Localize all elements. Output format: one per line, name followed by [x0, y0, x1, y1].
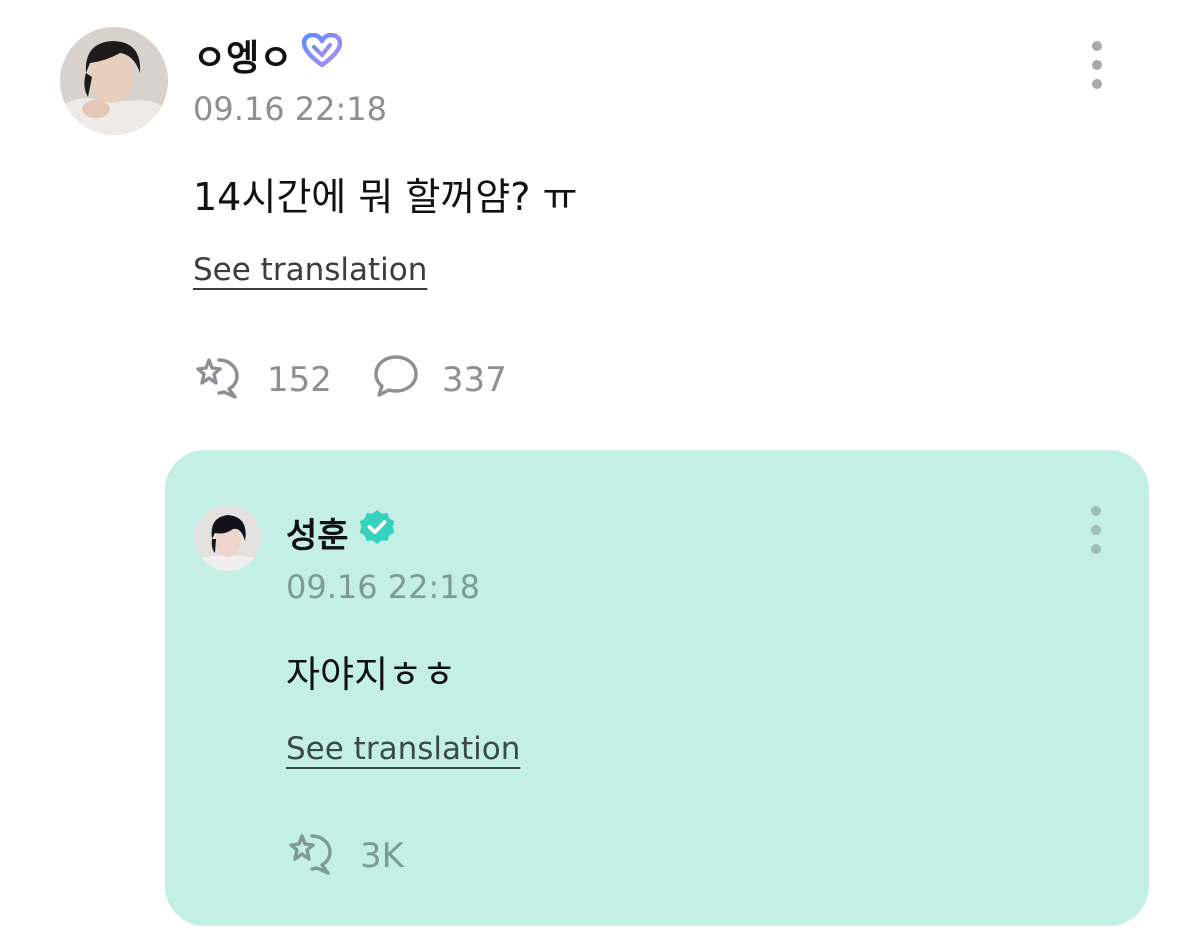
- comment-button[interactable]: 337: [372, 353, 507, 408]
- reaction-sparkle-icon: [193, 352, 245, 409]
- kebab-dot: [1092, 60, 1102, 70]
- reaction-count: 152: [267, 360, 332, 400]
- heart-membership-icon: [302, 32, 343, 78]
- kebab-dot: [1092, 79, 1102, 89]
- artist-reply-card: 성훈 09.16 22:18 자야지ㅎㅎ See translation 3K: [165, 450, 1149, 926]
- reply-more-options-button[interactable]: [1086, 506, 1106, 554]
- comment-count: 337: [441, 360, 507, 400]
- post-author[interactable]: ㅇ엥ㅇ: [193, 27, 343, 83]
- reaction-button[interactable]: 152: [193, 352, 332, 409]
- post-timestamp: 09.16 22:18: [193, 90, 387, 128]
- comment-thread: ㅇ엥ㅇ 09.16 22:18 14시간에 뭐 할꺼얌? ㅠ See trans…: [0, 0, 1179, 947]
- see-translation-link[interactable]: See translation: [193, 252, 427, 288]
- reply-author[interactable]: 성훈: [286, 508, 397, 556]
- kebab-dot: [1091, 525, 1101, 535]
- reaction-sparkle-icon: [286, 828, 338, 885]
- post-author-avatar[interactable]: [60, 27, 168, 135]
- kebab-dot: [1092, 41, 1102, 51]
- post-actions: 152 337: [193, 354, 507, 406]
- reply-author-avatar[interactable]: [195, 505, 261, 571]
- post-text: 14시간에 뭐 할꺼얌? ㅠ: [193, 175, 578, 219]
- post-author-name[interactable]: ㅇ엥ㅇ: [193, 29, 292, 81]
- reply-text: 자야지ㅎㅎ: [286, 653, 457, 696]
- reply-reaction-count: 3K: [360, 836, 404, 876]
- post-more-options-button[interactable]: [1087, 41, 1107, 89]
- reply-reaction-button[interactable]: 3K: [286, 828, 404, 885]
- reply-see-translation-link[interactable]: See translation: [286, 731, 520, 767]
- verified-badge-icon: [357, 508, 397, 557]
- reply-actions: 3K: [286, 831, 404, 881]
- kebab-dot: [1091, 544, 1101, 554]
- kebab-dot: [1091, 506, 1101, 516]
- comment-bubble-icon: [372, 353, 420, 408]
- reply-author-name[interactable]: 성훈: [286, 508, 349, 557]
- reply-timestamp: 09.16 22:18: [286, 568, 480, 606]
